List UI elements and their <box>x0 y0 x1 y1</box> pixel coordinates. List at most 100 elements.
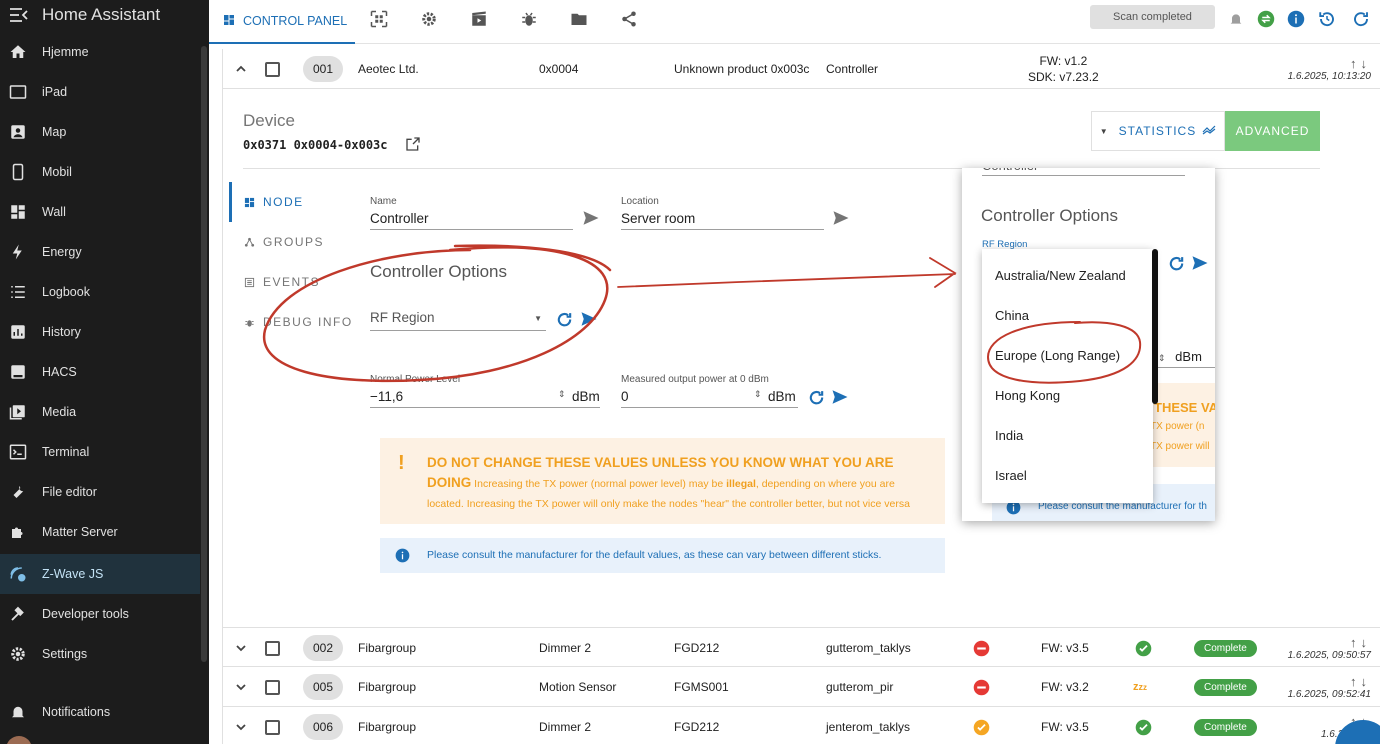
refresh-icon[interactable] <box>808 389 825 411</box>
bell-icon <box>8 702 28 722</box>
chevron-up-icon[interactable] <box>235 49 247 89</box>
tab-debug-info[interactable]: DEBUG INFO <box>243 315 353 329</box>
table-row[interactable]: 005 Fibargroup Motion Sensor FGMS001 gut… <box>223 667 1380 707</box>
dropdown-option[interactable]: India <box>995 428 1023 443</box>
folder-icon[interactable] <box>568 8 590 30</box>
sidebar-item-matter-server[interactable]: Matter Server <box>0 512 200 552</box>
sidebar-item-terminal[interactable]: Terminal <box>0 432 200 472</box>
open-external-icon[interactable] <box>405 136 421 155</box>
send-icon[interactable] <box>579 310 599 333</box>
tab-control-panel[interactable]: CONTROL PANEL <box>209 0 355 44</box>
refresh-icon[interactable] <box>556 311 573 333</box>
status-badge: Complete <box>1194 639 1257 657</box>
location-input[interactable]: Server room <box>621 211 824 230</box>
table-row[interactable]: 002 Fibargroup Dimmer 2 FGD212 gutterom_… <box>223 627 1380 667</box>
tab-groups[interactable]: GROUPS <box>243 235 324 249</box>
sidebar-item-energy[interactable]: Energy <box>0 232 200 272</box>
node-name: gutterom_pir <box>826 680 894 694</box>
dropdown-scrollbar[interactable] <box>1152 249 1158 404</box>
name-input[interactable]: Controller <box>370 211 573 230</box>
stepper-icon[interactable]: ⇕ <box>558 389 566 400</box>
row-checkbox[interactable] <box>265 667 280 707</box>
check-icon <box>1135 628 1152 668</box>
table-row[interactable]: 006 Fibargroup Dimmer 2 FGD212 jenterom_… <box>223 707 1380 744</box>
sidebar-item-label: Notifications <box>42 705 111 719</box>
sidebar-item-wall[interactable]: Wall <box>0 192 200 232</box>
history-icon[interactable] <box>1316 8 1338 30</box>
send-icon[interactable] <box>581 209 601 232</box>
measured-power-label: Measured output power at 0 dBm <box>621 374 769 385</box>
last-seen-text: 1.6.2025, 09:52:41 <box>1287 689 1371 700</box>
send-icon[interactable] <box>830 388 850 411</box>
debug-icon[interactable] <box>518 8 540 30</box>
firmware: FW: v3.2 <box>1041 680 1089 694</box>
tab-node[interactable]: NODE <box>243 195 304 209</box>
rf-region-select[interactable]: RF Region ▼ <box>370 310 546 331</box>
bell-icon[interactable] <box>1225 8 1247 30</box>
last-seen: ↑↓ 1.6.2025, 10:13:20 <box>1263 49 1371 89</box>
product: Unknown product 0x003c <box>674 62 810 76</box>
app-title: Home Assistant <box>42 5 161 24</box>
sidebar-item-hacs[interactable]: HACS <box>0 352 200 392</box>
name-label: Name <box>370 196 397 207</box>
chevron-down-icon[interactable] <box>235 667 247 707</box>
advanced-button[interactable]: ADVANCED <box>1225 111 1320 151</box>
measured-power-input[interactable]: 0 ⇕ dBm <box>621 389 798 408</box>
statistics-button[interactable]: ▼ STATISTICS <box>1091 111 1225 151</box>
sidebar-item-zwave-js[interactable]: Z-Wave JS <box>0 554 200 594</box>
dropdown-option[interactable]: Europe (Long Range) <box>995 348 1120 363</box>
normal-power-input[interactable]: −11,6 ⇕ dBm <box>370 389 600 408</box>
row-checkbox[interactable] <box>265 707 280 744</box>
info-alert: Please consult the manufacturer for the … <box>380 538 945 573</box>
sidebar-item-label: Matter Server <box>42 525 118 539</box>
refresh-icon[interactable] <box>1168 255 1185 277</box>
gear-icon[interactable] <box>418 8 440 30</box>
chevron-down-icon[interactable] <box>235 628 247 668</box>
menu-collapse-icon[interactable] <box>10 8 28 22</box>
dropdown-option[interactable]: Hong Kong <box>995 388 1060 403</box>
sidebar-item-developer-tools[interactable]: Developer tools <box>0 594 200 634</box>
sidebar-item-media[interactable]: Media <box>0 392 200 432</box>
sidebar-item-hjemme[interactable]: Hjemme <box>0 32 200 72</box>
sidebar-item-logbook[interactable]: Logbook <box>0 272 200 312</box>
stepper-icon[interactable]: ⇕ <box>754 389 762 400</box>
dropdown-option[interactable]: China <box>995 308 1029 323</box>
dropdown-option[interactable]: Israel <box>995 468 1027 483</box>
chevron-down-icon[interactable] <box>235 707 247 744</box>
sidebar-item-settings[interactable]: Settings <box>0 634 200 674</box>
tab-events[interactable]: EVENTS <box>243 275 320 289</box>
dropdown-option[interactable]: Australia/New Zealand <box>995 268 1126 283</box>
info-icon <box>395 548 410 568</box>
sidebar-item-map[interactable]: Map <box>0 112 200 152</box>
sidebar-item-file-editor[interactable]: File editor <box>0 472 200 512</box>
table-row[interactable]: 001 Aeotec Ltd. 0x0004 Unknown product 0… <box>223 49 1380 89</box>
share-icon[interactable] <box>618 8 640 30</box>
events-icon <box>243 277 255 288</box>
avatar[interactable] <box>6 736 32 744</box>
controller-options-title: Controller Options <box>370 262 508 281</box>
chart-icon <box>8 322 28 342</box>
scene-icon[interactable] <box>468 8 490 30</box>
row-checkbox[interactable] <box>265 628 280 668</box>
node-name: Controller <box>826 62 879 76</box>
refresh-icon[interactable] <box>1350 8 1372 30</box>
sidebar-item-notifications[interactable]: Notifications <box>0 692 200 732</box>
warning-text: TX power will <box>1150 441 1210 452</box>
sidebar-item-label: Terminal <box>42 445 90 459</box>
qr-code-icon[interactable] <box>368 8 390 30</box>
product: FGD212 <box>674 720 720 734</box>
sync-icon[interactable] <box>1255 8 1277 30</box>
name-input-partial: Controller <box>982 168 1185 176</box>
sidebar-scrollbar[interactable] <box>201 46 207 662</box>
sidebar-item-history[interactable]: History <box>0 312 200 352</box>
wrench-icon <box>8 482 28 502</box>
sidebar-item-label: Settings <box>42 647 88 661</box>
sidebar-item-label: HACS <box>42 365 77 379</box>
info-icon[interactable] <box>1285 8 1307 30</box>
send-icon[interactable] <box>831 209 851 232</box>
sidebar-item-ipad[interactable]: iPad <box>0 72 200 112</box>
sidebar-item-label: Logbook <box>42 285 90 299</box>
row-checkbox[interactable] <box>265 49 280 89</box>
send-icon[interactable] <box>1190 254 1210 277</box>
sidebar-item-mobil[interactable]: Mobil <box>0 152 200 192</box>
